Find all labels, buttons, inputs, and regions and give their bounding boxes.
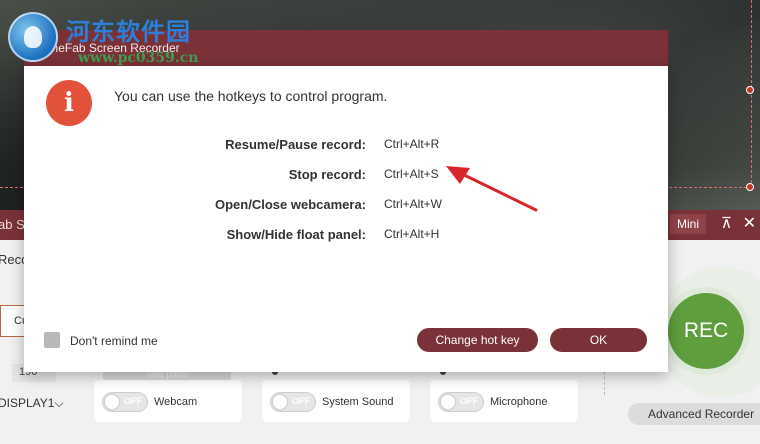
capture-handle-right-mid[interactable] xyxy=(746,86,754,94)
toggle-knob xyxy=(105,395,119,409)
watermark-url: www.pc0359.cn xyxy=(78,50,199,66)
hotkey-value: Ctrl+Alt+W xyxy=(384,197,443,211)
toggle-state: OFF xyxy=(460,396,478,406)
hotkey-label: Resume/Pause record: xyxy=(225,137,366,152)
ok-button[interactable]: OK xyxy=(550,328,647,352)
hotkey-row: Stop record: Ctrl+Alt+S xyxy=(24,167,668,187)
system-sound-label: System Sound xyxy=(322,396,394,408)
close-icon[interactable]: ✕ xyxy=(743,213,756,233)
toggle-state: OFF xyxy=(124,396,142,406)
hotkey-label: Stop record: xyxy=(288,167,366,182)
info-icon: i xyxy=(46,80,92,126)
watermark-text: 河东软件园 xyxy=(66,17,191,46)
toggle-knob xyxy=(441,395,455,409)
advanced-recorder-button[interactable]: Advanced Recorder xyxy=(628,403,760,425)
microphone-module: OFF Microphone xyxy=(430,380,578,422)
hotkey-value: Ctrl+Alt+R xyxy=(384,137,440,151)
display-select-label: DISPLAY1 xyxy=(0,396,55,410)
capture-handle-bottom-right[interactable] xyxy=(746,183,754,191)
webcam-toggle[interactable]: OFF xyxy=(102,392,148,412)
app-title-fragment: ab S xyxy=(0,217,25,232)
system-sound-toggle[interactable]: OFF xyxy=(270,392,316,412)
display-select[interactable]: DISPLAY1⌵ xyxy=(0,396,64,411)
hotkey-label: Show/Hide float panel: xyxy=(226,227,366,242)
dont-remind-checkbox[interactable] xyxy=(44,332,60,348)
hotkey-dialog: i You can use the hotkeys to control pro… xyxy=(24,66,668,372)
change-hotkey-button[interactable]: Change hot key xyxy=(417,328,538,352)
hotkey-label: Open/Close webcamera: xyxy=(215,197,366,212)
hotkey-row: Resume/Pause record: Ctrl+Alt+R xyxy=(24,137,668,157)
annotation-arrow-icon xyxy=(446,166,538,212)
webcam-module: OFF Webcam xyxy=(94,380,242,422)
microphone-toggle[interactable]: OFF xyxy=(438,392,484,412)
hotkey-row: Show/Hide float panel: Ctrl+Alt+H xyxy=(24,227,668,247)
webcam-label: Webcam xyxy=(154,396,198,408)
hotkey-value: Ctrl+Alt+S xyxy=(384,167,439,181)
toggle-knob xyxy=(273,395,287,409)
pin-icon[interactable]: ⊼ xyxy=(721,214,732,232)
chevron-down-icon: ⌵ xyxy=(54,396,64,410)
watermark-logo xyxy=(8,12,58,62)
rec-button[interactable]: REC xyxy=(668,293,744,369)
hotkey-row: Open/Close webcamera: Ctrl+Alt+W xyxy=(24,197,668,217)
dialog-message: You can use the hotkeys to control progr… xyxy=(114,88,388,104)
microphone-label: Microphone xyxy=(490,396,548,408)
toggle-state: OFF xyxy=(292,396,310,406)
mini-mode-button[interactable]: Mini xyxy=(669,214,706,234)
system-sound-module: OFF System Sound xyxy=(262,380,410,422)
hotkey-value: Ctrl+Alt+H xyxy=(384,227,440,241)
dont-remind-label[interactable]: Don't remind me xyxy=(70,334,158,348)
